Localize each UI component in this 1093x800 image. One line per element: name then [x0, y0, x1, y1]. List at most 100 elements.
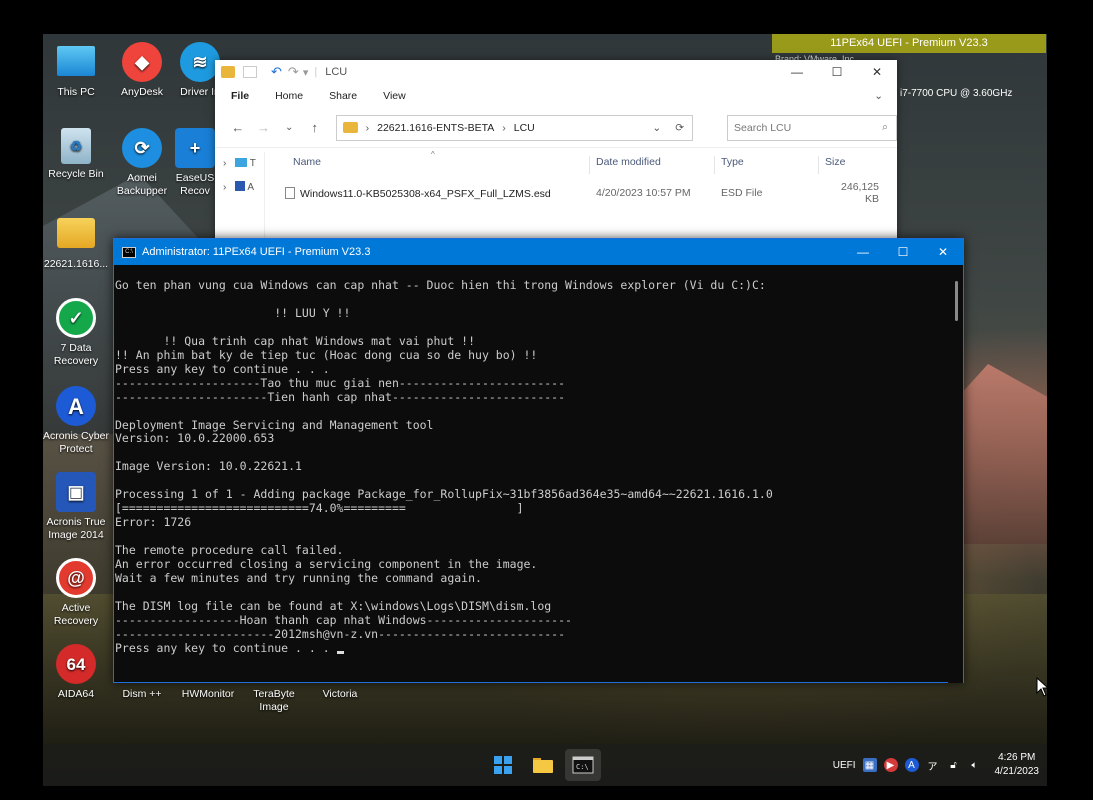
- console-line: Press any key to continue . . .: [115, 361, 330, 376]
- nav-item-drive[interactable]: › A: [215, 176, 264, 200]
- monitor-icon: [235, 158, 248, 167]
- column-type[interactable]: Type: [715, 156, 819, 174]
- desktop-icon-victoria[interactable]: Victoria: [307, 688, 373, 701]
- dropdown-icon[interactable]: ▾: [303, 66, 309, 79]
- file-icon: [285, 186, 295, 199]
- console-line: !! An phim bat ky de tiep tuc (Hoac dong…: [115, 347, 538, 362]
- desktop-icon-label: AnyDesk: [120, 86, 163, 98]
- start-button[interactable]: [485, 749, 521, 781]
- close-icon[interactable]: ✕: [857, 60, 897, 84]
- desktop-icon-acronis-cyber[interactable]: A Acronis Cyber Protect: [43, 386, 109, 456]
- desktop-icon-hwmonitor[interactable]: HWMonitor: [175, 688, 241, 701]
- acronis-true-image-icon: ▣: [56, 472, 96, 512]
- taskbar-file-explorer[interactable]: [525, 749, 561, 781]
- desktop-icon-this-pc[interactable]: This PC: [43, 42, 109, 99]
- clock[interactable]: 4:26 PM 4/21/2023: [995, 751, 1040, 779]
- desktop-icon-label: 7 Data Recovery: [53, 342, 99, 367]
- clock-time: 4:26 PM: [998, 752, 1036, 763]
- chevron-down-icon[interactable]: ⌄: [874, 90, 883, 102]
- desktop-icon-folder[interactable]: 22621.1616...: [43, 214, 109, 271]
- media-icon[interactable]: ▶: [883, 758, 898, 772]
- desktop-icon-active-recovery[interactable]: @ Active Recovery: [43, 558, 109, 628]
- column-size[interactable]: Size: [819, 156, 885, 174]
- console-line: !! LUU Y !!: [115, 305, 351, 320]
- tab-share[interactable]: Share: [329, 90, 357, 102]
- column-name[interactable]: Name: [285, 156, 590, 174]
- drive-icon: [235, 181, 246, 191]
- desktop-icon-aomei[interactable]: ⟳ Aomei Backupper: [109, 128, 175, 198]
- desktop-icon-dism[interactable]: Dism ++: [109, 688, 175, 701]
- desktop-icon-acronis-true-image[interactable]: ▣ Acronis True Image 2014: [43, 472, 109, 542]
- folder-icon: [221, 66, 235, 78]
- nav-item-this-pc[interactable]: › T: [215, 152, 264, 176]
- maximize-icon[interactable]: ☐: [883, 239, 923, 265]
- cmd-title: Administrator: 11PEx64 UEFI - Premium V2…: [142, 246, 371, 258]
- breadcrumb-item[interactable]: 22621.1616-ENTS-BETA: [377, 122, 494, 134]
- minimize-icon[interactable]: —: [777, 60, 817, 84]
- volume-icon[interactable]: 🔈︎: [968, 758, 982, 772]
- address-bar[interactable]: › 22621.1616-ENTS-BETA › LCU ⌄ ⟳: [335, 114, 694, 141]
- tab-view[interactable]: View: [383, 90, 406, 102]
- cmd-titlebar[interactable]: C:\ Administrator: 11PEx64 UEFI - Premiu…: [114, 239, 963, 265]
- redo-icon[interactable]: ↷: [288, 64, 299, 80]
- network-tool-icon[interactable]: ▦: [862, 758, 877, 772]
- console-line: Deployment Image Servicing and Managemen…: [115, 417, 434, 432]
- tab-file[interactable]: File: [231, 90, 249, 102]
- scrollbar[interactable]: [948, 265, 963, 683]
- desktop-icon-terabyte[interactable]: TeraByte Image: [241, 688, 307, 714]
- console-line: [===========================74.0%=======…: [115, 501, 524, 516]
- system-info-bar: 11PEx64 UEFI - Premium V23.3: [772, 34, 1046, 53]
- file-size: 246,125 KB: [841, 181, 879, 205]
- explorer-titlebar[interactable]: ↶ ↷ ▾ | LCU — ☐ ✕: [215, 60, 897, 84]
- console-line: Go ten phan vung cua Windows can cap nha…: [115, 278, 766, 292]
- clock-date: 4/21/2023: [994, 766, 1040, 777]
- monitor-icon: [57, 46, 95, 76]
- language-icon[interactable]: ア: [926, 758, 940, 773]
- back-arrow-icon[interactable]: ←: [225, 120, 251, 135]
- minimize-icon[interactable]: —: [843, 239, 883, 265]
- up-arrow-icon[interactable]: ↑: [302, 120, 328, 135]
- window-controls: — ☐ ✕: [843, 239, 963, 265]
- checkbox-icon[interactable]: [243, 66, 257, 78]
- forward-arrow-icon[interactable]: →: [251, 120, 277, 135]
- console-line: Version: 10.0.22000.653: [115, 431, 275, 446]
- desktop-icon-aida64[interactable]: 64 AIDA64: [43, 644, 109, 701]
- recent-dropdown-icon[interactable]: ⌄: [276, 122, 302, 133]
- file-explorer-window[interactable]: ↶ ↷ ▾ | LCU — ☐ ✕ File Home Share View ⌄…: [215, 60, 897, 260]
- console-output[interactable]: Go ten phan vung cua Windows can cap nha…: [114, 265, 950, 683]
- maximize-icon[interactable]: ☐: [817, 60, 857, 84]
- windows-logo-icon: [494, 756, 512, 774]
- desktop-icon-label: Driver In: [180, 86, 220, 98]
- tab-home[interactable]: Home: [275, 90, 303, 102]
- desktop-icon-easeus[interactable]: + EaseUS Recov: [175, 128, 215, 198]
- desktop-icon-label: Acronis Cyber Protect: [43, 430, 109, 455]
- file-row[interactable]: Windows11.0-KB5025308-x64_PSFX_Full_LZMS…: [285, 181, 885, 205]
- acronis-icon[interactable]: A: [904, 758, 919, 772]
- file-name-cell: Windows11.0-KB5025308-x64_PSFX_Full_LZMS…: [285, 186, 590, 200]
- lock-icon[interactable]: 🔓︎: [947, 758, 961, 772]
- chevron-down-icon[interactable]: ⌄: [652, 122, 661, 134]
- column-headers: Name Date modified Type Size: [285, 156, 885, 174]
- taskbar-cmd[interactable]: C:\: [565, 749, 601, 781]
- sort-up-icon: ^: [431, 150, 435, 159]
- command-prompt-window[interactable]: C:\ Administrator: 11PEx64 UEFI - Premiu…: [113, 238, 964, 683]
- close-icon[interactable]: ✕: [923, 239, 963, 265]
- anydesk-icon: ◆: [122, 42, 162, 82]
- refresh-icon[interactable]: ⟳: [675, 122, 684, 134]
- breadcrumb-item[interactable]: LCU: [514, 122, 535, 134]
- file-type: ESD File: [721, 187, 763, 199]
- nav-item-label: A: [247, 182, 255, 193]
- undo-icon[interactable]: ↶: [271, 64, 282, 80]
- scrollbar-thumb[interactable]: [955, 281, 958, 321]
- desktop-icon-anydesk[interactable]: ◆ AnyDesk: [109, 42, 175, 99]
- desktop-icon-recycle-bin[interactable]: ♻ Recycle Bin: [43, 128, 109, 181]
- desktop-icon-7-data-recovery[interactable]: ✓ 7 Data Recovery: [43, 298, 109, 368]
- search-input[interactable]: Search LCU ⌕: [727, 114, 897, 141]
- tray-label: UEFI: [832, 759, 856, 771]
- mouse-cursor-icon: [1036, 677, 1048, 697]
- column-date-modified[interactable]: Date modified: [590, 156, 715, 174]
